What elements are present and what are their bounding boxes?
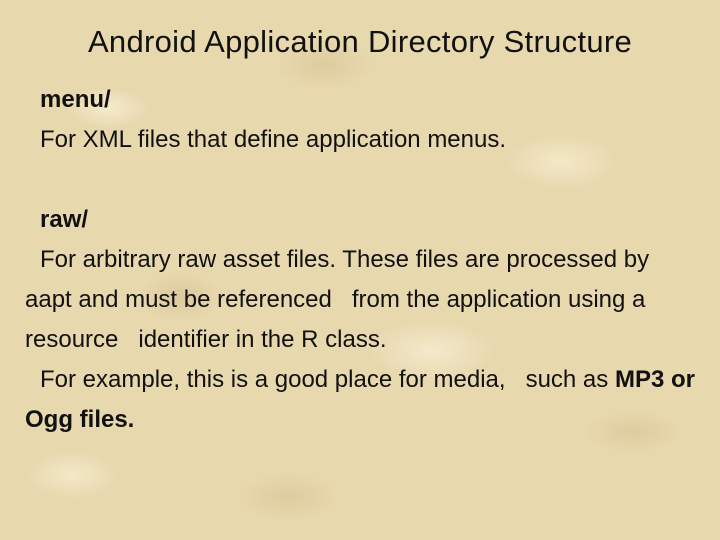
slide: Android Application Directory Structure … <box>0 0 720 540</box>
slide-title: Android Application Directory Structure <box>87 24 633 59</box>
raw-example: For example, this is a good place for me… <box>25 360 695 440</box>
slide-content: menu/ For XML files that define applicat… <box>25 80 695 440</box>
menu-description: For XML files that define application me… <box>40 126 507 153</box>
section-label-menu: menu/ <box>40 86 111 113</box>
section-label-raw: raw/ <box>40 206 89 233</box>
raw-description: For arbitrary raw asset files. These fil… <box>25 246 656 353</box>
raw-example-text: For example, this is a good place for me… <box>40 366 615 393</box>
